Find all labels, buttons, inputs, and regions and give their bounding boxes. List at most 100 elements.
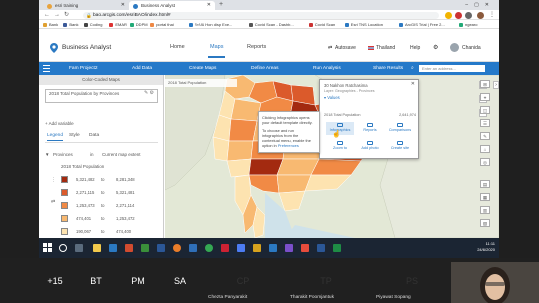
taskbar-app-icon[interactable] bbox=[333, 244, 341, 252]
windows-start-icon[interactable] bbox=[43, 243, 52, 252]
participant-avatar[interactable]: BT bbox=[85, 270, 107, 292]
variable-selector[interactable]: 2018 Total Population by Provinces ✎ ⚙ bbox=[45, 89, 158, 103]
taskbar-app-icon[interactable] bbox=[269, 244, 277, 252]
autosave-toggle-icon[interactable]: ⇄ bbox=[328, 45, 332, 51]
close-tab-icon[interactable]: ✕ bbox=[121, 1, 125, 10]
settings-gear-icon[interactable]: ⚙ bbox=[433, 44, 438, 51]
legend-swatch[interactable] bbox=[61, 202, 68, 209]
participant-avatar[interactable]: CP bbox=[232, 270, 254, 292]
participant-avatar[interactable]: TP bbox=[315, 270, 337, 292]
map-tool-button-icon[interactable]: ⊞ bbox=[480, 80, 490, 88]
participant-avatar[interactable]: PS bbox=[401, 270, 423, 292]
comparisons-button[interactable]: Comparisons bbox=[386, 122, 414, 135]
map-tool-button-icon[interactable]: ◎ bbox=[480, 158, 490, 166]
bookmark-item[interactable]: Covid Scan bbox=[308, 20, 335, 29]
legend-row[interactable]: 1,253,473 to 2,271,114 bbox=[61, 201, 161, 210]
extension-icon[interactable] bbox=[465, 11, 472, 19]
taskbar-app-icon[interactable] bbox=[301, 244, 309, 252]
autosave-label[interactable]: Autosave bbox=[335, 45, 356, 51]
toolbar-add-data[interactable]: Add Data bbox=[132, 62, 152, 75]
taskbar-app-icon[interactable] bbox=[157, 244, 165, 252]
taskbar-app-icon[interactable] bbox=[221, 244, 229, 252]
chrome-icon[interactable] bbox=[205, 244, 213, 252]
create-site-button[interactable]: Create site bbox=[386, 140, 414, 153]
bookmark-item[interactable]: Bank bbox=[63, 20, 79, 29]
new-tab-button[interactable]: + bbox=[219, 0, 223, 10]
participant-avatar[interactable]: PM bbox=[127, 270, 149, 292]
add-photo-button[interactable]: Add photo bbox=[356, 140, 384, 153]
bookmark-item[interactable]: Covid Scan - Dashb... bbox=[248, 20, 294, 29]
toolbar-create-maps[interactable]: Create Maps bbox=[189, 62, 216, 75]
toolbar-define-areas[interactable]: Define Areas bbox=[251, 62, 278, 75]
map-expand-icon[interactable]: › bbox=[493, 81, 499, 89]
search-icon[interactable] bbox=[59, 244, 67, 252]
taskbar-app-icon[interactable] bbox=[237, 244, 245, 252]
tab-style[interactable]: Style bbox=[69, 133, 80, 138]
legend-swatch[interactable] bbox=[61, 215, 68, 222]
close-tab-icon[interactable]: ✕ bbox=[207, 1, 211, 10]
bookmark-item[interactable]: ระบบ Hon disp Exe... bbox=[188, 20, 232, 29]
toolbar-run-analysis[interactable]: Run Analysis bbox=[313, 62, 341, 75]
bookmark-item[interactable]: EMAR bbox=[109, 20, 127, 29]
bookmark-item[interactable]: DDPM bbox=[129, 20, 148, 29]
extension-icon[interactable] bbox=[445, 11, 452, 19]
bookmark-item[interactable]: Bank bbox=[43, 20, 58, 29]
map-tool-button-icon[interactable]: ▤ bbox=[480, 180, 490, 188]
edit-pencil-icon[interactable]: ✎ ⚙ bbox=[144, 90, 154, 97]
profile-avatar[interactable] bbox=[477, 11, 484, 19]
tab-legend[interactable]: Legend bbox=[47, 133, 64, 141]
map-tool-button-icon[interactable]: ▧ bbox=[480, 219, 490, 227]
bookmark-item[interactable]: ArcGIS Trial | Free 2... bbox=[399, 20, 445, 29]
nav-home[interactable]: Home bbox=[170, 44, 185, 50]
legend-row[interactable]: 2,271,115 to 5,321,481 bbox=[61, 188, 161, 197]
project-selector[interactable]: Fam Project2 bbox=[69, 62, 98, 75]
taskbar-app-icon[interactable] bbox=[253, 244, 261, 252]
reload-icon[interactable]: ↻ bbox=[64, 10, 69, 20]
map-tool-button-icon[interactable]: ✎ bbox=[480, 132, 490, 140]
toolbar-share-results[interactable]: Share Results bbox=[373, 62, 403, 75]
close-popup-icon[interactable]: ✕ bbox=[411, 81, 415, 87]
system-clock[interactable]: 11:11 24/6/2020 bbox=[477, 241, 495, 253]
bookmark-item[interactable]: ngearo bbox=[459, 20, 477, 29]
tab-data[interactable]: Data bbox=[89, 133, 99, 138]
firefox-icon[interactable] bbox=[173, 244, 181, 252]
map-view[interactable]: 2018 Total Population › + – ⌂ ✕ 30 Nakho… bbox=[165, 75, 499, 238]
search-icon[interactable]: ⌕ bbox=[411, 62, 414, 75]
browser-tab[interactable]: esri training ✕ bbox=[43, 1, 129, 10]
url-field[interactable]: 🔒 bao.arcgis.com/esriBAO/index.html# bbox=[83, 11, 439, 19]
map-tool-button-icon[interactable]: ◫ bbox=[480, 106, 490, 114]
nav-reports[interactable]: Reports bbox=[247, 44, 266, 50]
legend-row[interactable]: 474,401 to 1,253,472 bbox=[61, 214, 161, 223]
task-view-icon[interactable] bbox=[75, 244, 83, 252]
extent-dropdown[interactable]: Current map extent bbox=[102, 152, 141, 157]
map-tool-button-icon[interactable]: ▦ bbox=[480, 193, 490, 201]
nav-maps[interactable]: Maps bbox=[207, 44, 226, 58]
preferences-link[interactable]: Preferences bbox=[278, 143, 299, 148]
country-selector[interactable]: Thailand bbox=[376, 45, 395, 51]
legend-row[interactable]: 5,321,482 to 8,281,348 bbox=[61, 175, 161, 184]
map-tool-button-icon[interactable]: ▥ bbox=[480, 206, 490, 214]
taskbar-app-icon[interactable] bbox=[285, 244, 293, 252]
browser-menu-icon[interactable]: ⋮ bbox=[489, 10, 495, 20]
legend-swatch[interactable] bbox=[61, 228, 68, 235]
taskbar-app-icon[interactable] bbox=[141, 244, 149, 252]
more-participants-button[interactable]: +15 bbox=[44, 270, 66, 292]
taskbar-app-icon[interactable] bbox=[109, 244, 117, 252]
filter-icon[interactable]: ▼ bbox=[45, 152, 49, 157]
file-explorer-icon[interactable] bbox=[93, 244, 101, 252]
map-tool-button-icon[interactable]: ⌖ bbox=[480, 93, 490, 101]
participant-avatar[interactable]: SA bbox=[169, 270, 191, 292]
legend-swatch[interactable] bbox=[61, 189, 68, 196]
hamburger-menu-icon[interactable] bbox=[43, 65, 50, 72]
add-variable-button[interactable]: + Add variable bbox=[45, 121, 74, 126]
legend-handle-icon[interactable]: ⋮ bbox=[51, 177, 56, 183]
user-avatar[interactable] bbox=[450, 43, 459, 52]
taskbar-app-icon[interactable] bbox=[317, 244, 325, 252]
zoom-to-button[interactable]: Zoom to bbox=[326, 140, 354, 153]
popup-values-toggle[interactable]: ▾ Values bbox=[320, 94, 418, 101]
window-controls-icon[interactable]: –▢✕ bbox=[465, 0, 495, 10]
bookmark-item[interactable]: portal thai bbox=[150, 20, 174, 29]
map-tool-button-icon[interactable]: ⌂ bbox=[480, 145, 490, 153]
legend-swatch[interactable] bbox=[61, 176, 68, 183]
taskbar-app-icon[interactable] bbox=[125, 244, 133, 252]
